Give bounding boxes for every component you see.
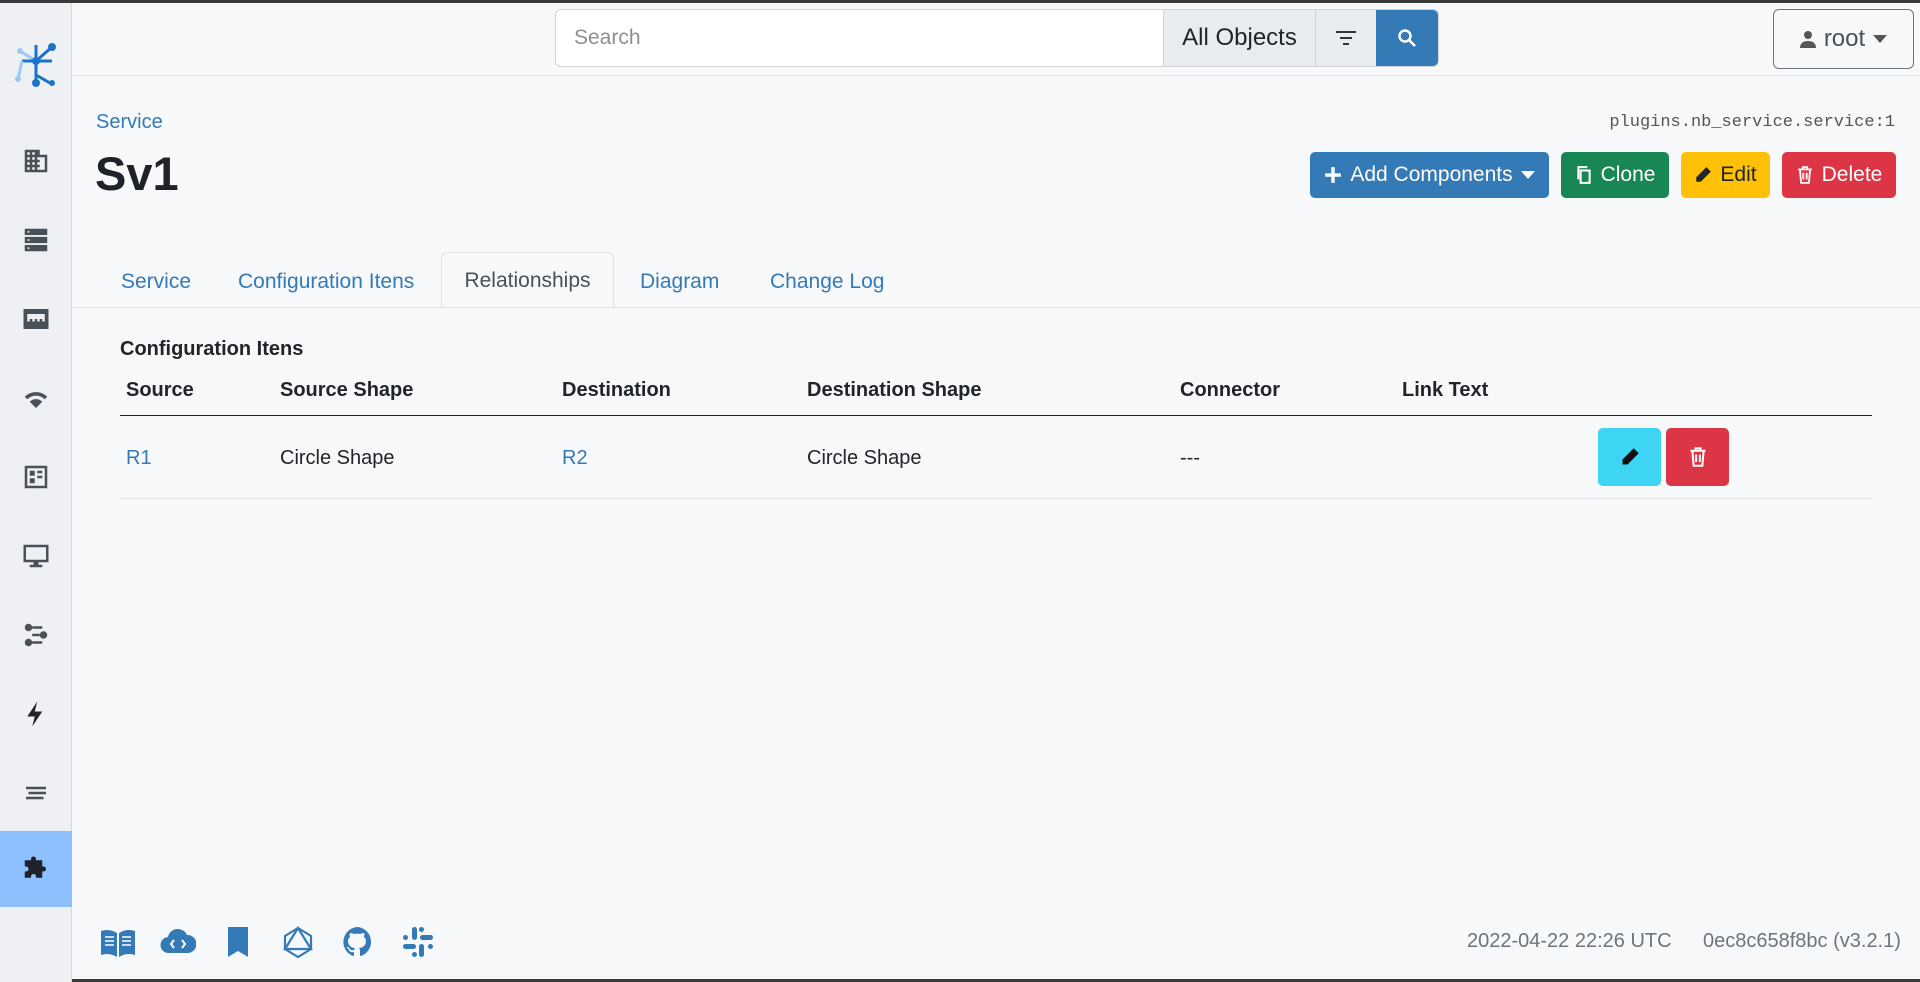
virtualization-icon[interactable] [0,518,72,594]
delete-button[interactable]: Delete [1782,152,1896,198]
row-edit-button[interactable] [1598,428,1661,486]
tab-service[interactable]: Service [121,270,191,294]
ipam-icon[interactable] [0,281,72,357]
page-title: Sv1 [95,147,179,200]
top-navbar: All Objects root [72,3,1920,76]
wireless-icon[interactable] [0,360,72,436]
destination-shape-cell: Circle Shape [807,447,922,469]
edit-button[interactable]: Edit [1681,152,1770,198]
slack-icon[interactable] [400,925,436,959]
object-identifier: plugins.nb_service.service:1 [1609,113,1895,132]
source-shape-cell: Circle Shape [280,447,395,469]
row-delete-button[interactable] [1666,428,1729,486]
user-menu-button[interactable]: root [1773,9,1914,69]
section-title: Configuration Itens [120,338,304,360]
organization-icon[interactable] [0,123,72,199]
trash-icon [1797,166,1812,184]
column-header-destination: Destination [562,379,671,401]
tab-change-log[interactable]: Change Log [770,270,884,294]
edit-label: Edit [1720,163,1757,186]
tab-diagram[interactable]: Diagram [640,270,719,294]
clone-button[interactable]: Clone [1561,152,1669,198]
devices-icon[interactable] [0,202,72,278]
delete-label: Delete [1821,163,1883,186]
search-input[interactable] [556,10,1163,66]
user-icon [1799,31,1816,48]
other-icon[interactable] [0,755,72,831]
connections-icon[interactable] [0,597,72,673]
copy-icon [1576,166,1591,184]
circuits-icon[interactable] [0,439,72,515]
footer-version: 0ec8c658f8bc (v3.2.1) [1703,930,1901,952]
sidebar [0,3,72,982]
table-row-divider [120,498,1872,499]
plus-icon [1325,167,1342,183]
tab-configuration-itens[interactable]: Configuration Itens [238,270,414,294]
docs-icon[interactable] [100,925,136,959]
netbox-logo-icon[interactable] [12,39,60,89]
column-header-link-text: Link Text [1402,379,1489,401]
pencil-icon [1696,167,1712,182]
connector-cell: --- [1180,447,1200,469]
tab-relationships[interactable]: Relationships [441,252,614,309]
destination-link[interactable]: R2 [562,447,588,470]
table-header-divider [120,415,1872,416]
trash-icon [1690,447,1705,467]
search-button[interactable] [1376,10,1438,66]
username-label: root [1823,25,1866,52]
caret-down-icon [1873,35,1888,43]
api-icon[interactable] [160,925,197,959]
object-type-select[interactable]: All Objects [1163,10,1315,66]
api-docs-icon[interactable] [220,925,256,959]
caret-down-icon [1520,171,1535,179]
column-header-source-shape: Source Shape [280,379,414,401]
tabs-divider [72,307,1920,308]
add-components-label: Add Components [1350,163,1513,186]
pencil-icon [1622,448,1639,465]
column-header-source: Source [126,379,194,401]
global-search: All Objects [555,9,1439,67]
footer-timestamp: 2022-04-22 22:26 UTC [1467,930,1672,952]
column-header-connector: Connector [1180,379,1280,401]
power-icon[interactable] [0,676,72,752]
column-header-destination-shape: Destination Shape [807,379,982,401]
filter-icon [1336,31,1356,45]
source-link[interactable]: R1 [126,447,152,470]
breadcrumb-service-link[interactable]: Service [96,111,163,134]
plugins-icon[interactable] [0,831,72,907]
search-icon [1398,29,1416,47]
add-components-button[interactable]: Add Components [1310,152,1549,198]
graphql-icon[interactable] [280,925,316,959]
filter-button[interactable] [1315,10,1376,66]
clone-label: Clone [1600,163,1656,186]
footer-links [100,925,436,959]
github-icon[interactable] [340,925,376,959]
